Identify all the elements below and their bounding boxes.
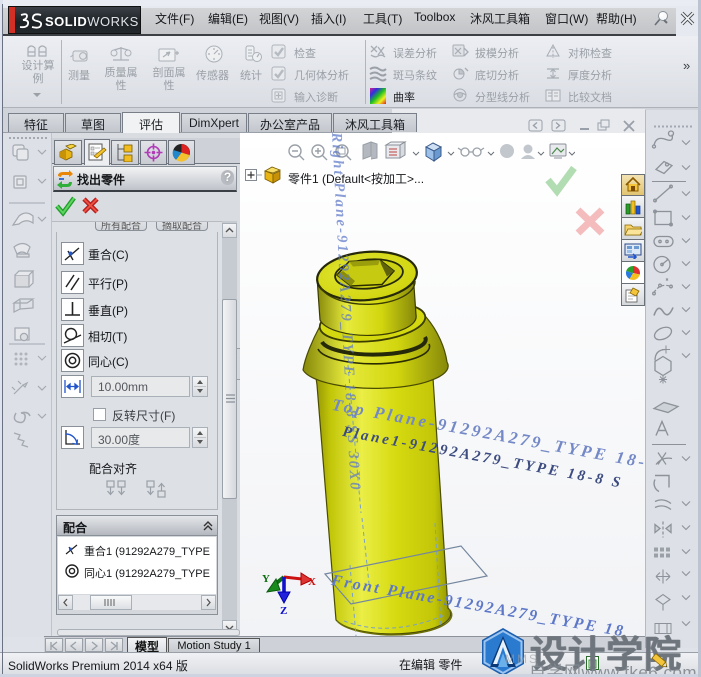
svg-text:X: X [308,576,316,588]
svg-text:Y: Y [262,573,270,585]
svg-text:Z: Z [280,605,287,617]
svg-text:2: 2 [590,660,595,669]
